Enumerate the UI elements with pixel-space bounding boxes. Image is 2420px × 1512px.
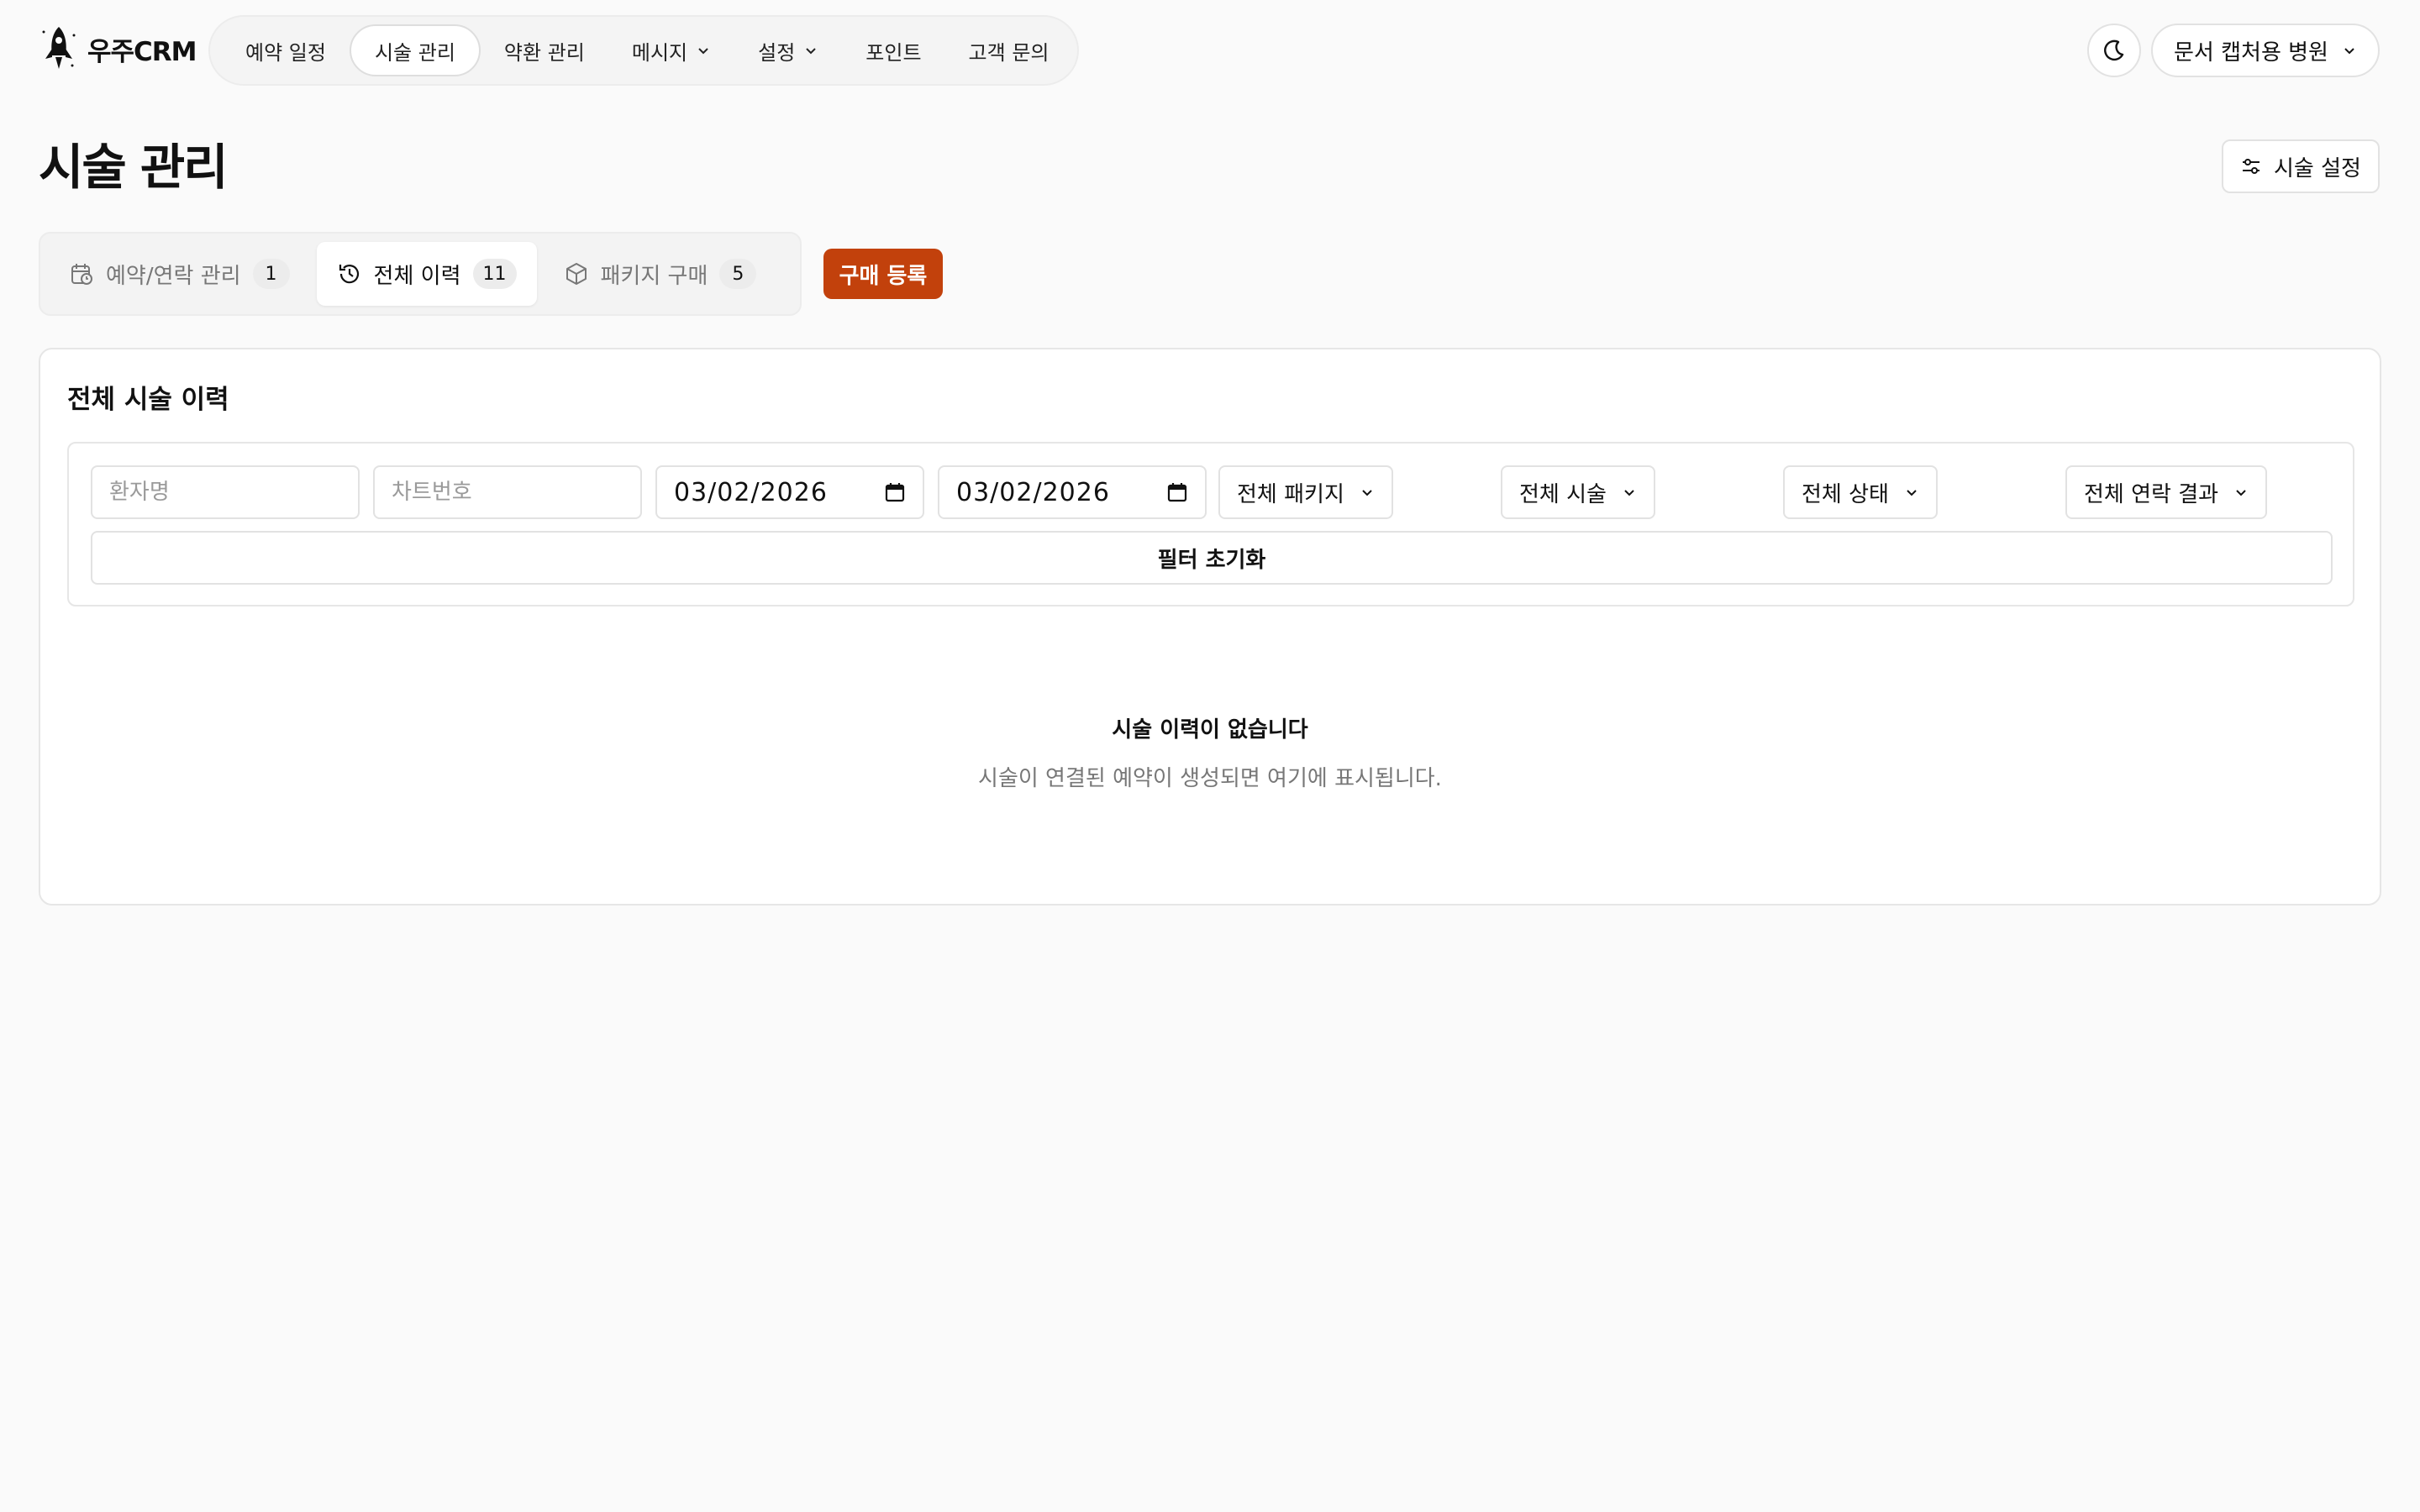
clinic-selector[interactable]: 문서 캡처용 병원	[2151, 24, 2380, 77]
tab-label: 전체 이력	[373, 263, 461, 289]
nav-item-settings[interactable]: 설정	[734, 24, 842, 76]
settings-button-label: 시술 설정	[2274, 155, 2361, 181]
chevron-down-icon	[1624, 490, 1634, 496]
chevron-down-icon	[2236, 490, 2246, 496]
chevron-down-icon	[1362, 490, 1372, 496]
reset-filters-button[interactable]: 필터 초기화	[91, 531, 2333, 585]
nav-item-reservations[interactable]: 예약 일정	[222, 24, 350, 76]
empty-state-title: 시술 이력이 없습니다	[1112, 717, 1308, 743]
theme-toggle-button[interactable]	[2087, 24, 2141, 77]
calendar-clock-icon	[71, 264, 92, 285]
page-title: 시술 관리	[39, 139, 229, 196]
history-icon	[339, 265, 359, 284]
history-card: 전체 시술 이력 03/02/2026 03/02/2026 전체 패키지	[39, 348, 2381, 906]
register-purchase-button[interactable]: 구매 등록	[823, 249, 943, 299]
clinic-name: 문서 캡처용 병원	[2174, 39, 2328, 66]
moon-icon	[2104, 39, 2124, 61]
brand-name: 우주CRM	[87, 36, 197, 67]
procedure-settings-button[interactable]: 시술 설정	[2222, 139, 2380, 193]
status-select[interactable]: 전체 상태	[1783, 465, 1938, 519]
brand-logo[interactable]: 우주CRM	[39, 24, 197, 74]
chevron-down-icon	[2344, 48, 2354, 55]
status-select-value: 전체 상태	[1802, 481, 1889, 507]
nav-item-messages[interactable]: 메시지	[608, 24, 734, 76]
tab-count-badge: 5	[719, 259, 757, 289]
nav-item-procedures[interactable]: 시술 관리	[349, 24, 481, 76]
date-from-value: 03/02/2026	[674, 477, 828, 507]
nav-item-label: 예약 일정	[245, 40, 326, 65]
nav-item-consent[interactable]: 약환 관리	[481, 24, 608, 76]
procedure-tabs: 예약/연락 관리 1 전체 이력 11 패키지 구매 5	[39, 232, 802, 316]
filter-panel: 03/02/2026 03/02/2026 전체 패키지 전체 시술	[67, 442, 2354, 606]
top-bar: 우주CRM 예약 일정 시술 관리 약환 관리 메시지 설정 포인트 고객 문의…	[0, 0, 2420, 97]
card-title: 전체 시술 이력	[67, 385, 229, 415]
procedure-select-value: 전체 시술	[1519, 481, 1607, 507]
main-nav: 예약 일정 시술 관리 약환 관리 메시지 설정 포인트 고객 문의	[208, 15, 1079, 86]
tab-count-badge: 1	[252, 259, 290, 289]
chevron-down-icon	[806, 48, 816, 55]
empty-state-subtitle: 시술이 연결된 예약이 생성되면 여기에 표시됩니다.	[978, 766, 1442, 791]
patient-name-input[interactable]	[91, 465, 360, 519]
nav-item-label: 시술 관리	[374, 40, 455, 65]
nav-item-label: 메시지	[631, 40, 688, 65]
contact-result-select[interactable]: 전체 연락 결과	[2065, 465, 2268, 519]
chart-number-input[interactable]	[373, 465, 642, 519]
tab-full-history[interactable]: 전체 이력 11	[316, 242, 537, 306]
tab-count-badge: 11	[472, 259, 517, 289]
contact-result-select-value: 전체 연락 결과	[2084, 481, 2219, 507]
date-to-field[interactable]: 03/02/2026	[938, 465, 1207, 519]
tab-package-purchase[interactable]: 패키지 구매 5	[544, 242, 777, 306]
package-select-value: 전체 패키지	[1237, 481, 1344, 507]
procedure-select[interactable]: 전체 시술	[1501, 465, 1655, 519]
nav-item-support[interactable]: 고객 문의	[945, 24, 1073, 76]
chevron-down-icon	[1907, 490, 1917, 496]
tab-reservation-contact[interactable]: 예약/연락 관리 1	[49, 242, 310, 306]
nav-item-label: 포인트	[865, 40, 922, 65]
calendar-icon	[1167, 483, 1187, 502]
nav-item-label: 약환 관리	[503, 40, 585, 65]
nav-item-points[interactable]: 포인트	[842, 24, 944, 76]
date-from-field[interactable]: 03/02/2026	[655, 465, 924, 519]
tab-label: 패키지 구매	[600, 263, 708, 289]
calendar-icon	[885, 483, 905, 502]
package-select[interactable]: 전체 패키지	[1218, 465, 1393, 519]
sliders-icon	[2243, 159, 2260, 174]
date-to-value: 03/02/2026	[956, 477, 1110, 507]
tab-label: 예약/연락 관리	[106, 263, 241, 289]
nav-item-label: 설정	[758, 40, 796, 65]
chevron-down-icon	[698, 48, 708, 55]
rocket-icon	[42, 27, 76, 69]
package-icon	[566, 263, 587, 285]
nav-item-label: 고객 문의	[968, 40, 1050, 65]
